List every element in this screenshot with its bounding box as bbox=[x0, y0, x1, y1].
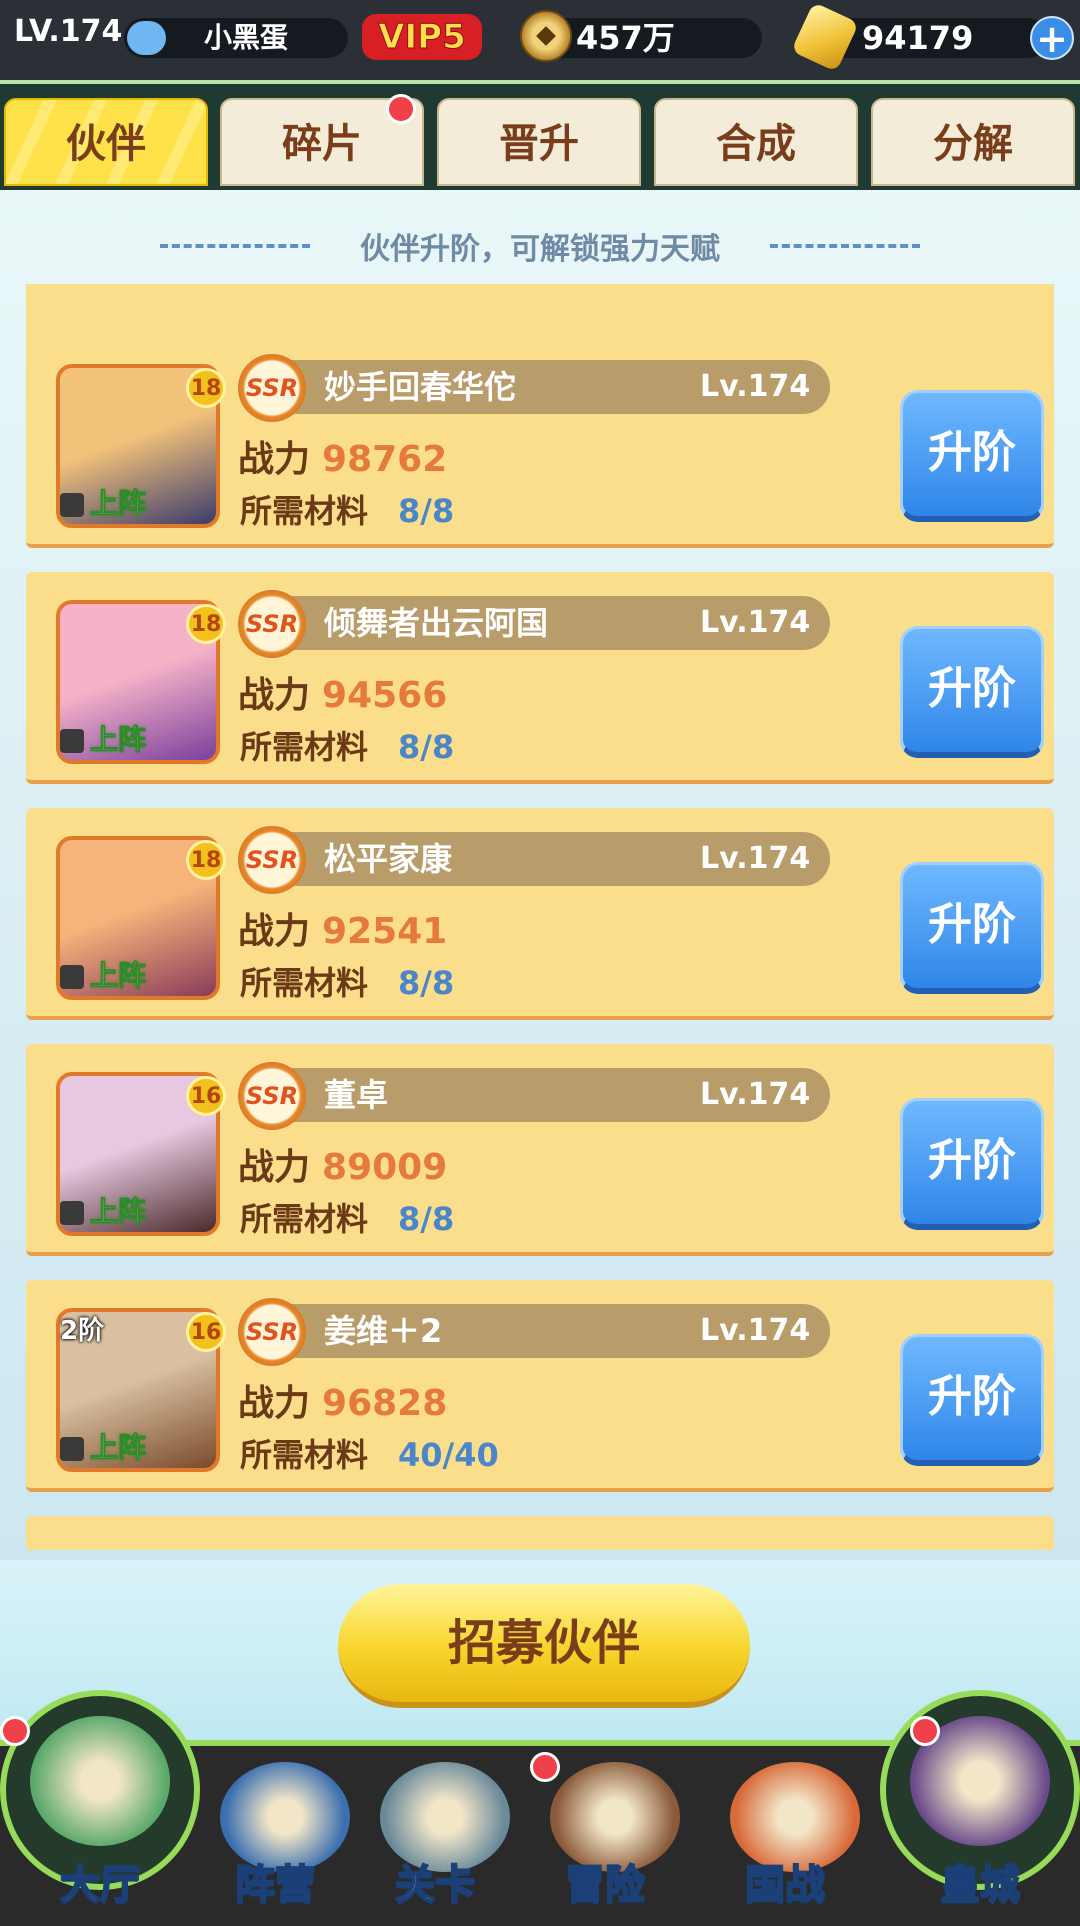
notification-dot bbox=[910, 1716, 940, 1746]
upgrade-rank-button[interactable]: 升阶 bbox=[900, 626, 1044, 758]
ssr-rarity-icon: SSR bbox=[238, 1298, 306, 1366]
player-name[interactable]: 小黑蛋 bbox=[124, 18, 348, 58]
tab-synthesize[interactable]: 合成 bbox=[654, 98, 858, 186]
power-label: 战力 bbox=[238, 439, 311, 480]
nav-label: 国战 bbox=[744, 1861, 826, 1909]
player-level: LV.174 bbox=[14, 14, 123, 49]
deployed-tag: 上阵 bbox=[60, 482, 146, 522]
power-row: 战力 89009 bbox=[238, 1138, 447, 1190]
divider-right bbox=[770, 244, 920, 248]
deployed-tag: 上阵 bbox=[60, 1426, 146, 1466]
list-item bbox=[26, 1516, 1054, 1550]
deployed-tag: 上阵 bbox=[60, 954, 146, 994]
material-value: 8/8 bbox=[398, 492, 455, 530]
add-gold-button[interactable]: + bbox=[1030, 16, 1074, 60]
notification-dot bbox=[386, 94, 416, 124]
power-label: 战力 bbox=[238, 911, 311, 952]
partner-name: 松平家康 bbox=[324, 840, 453, 878]
upgrade-rank-button[interactable]: 升阶 bbox=[900, 862, 1044, 994]
partner-name: 倾舞者出云阿国 bbox=[324, 604, 549, 642]
partner-card[interactable]: 18 上阵 SSR 松平家康 Lv.174 战力 92541 所需材料 8/8 升阶 bbox=[26, 808, 1054, 1020]
upgrade-rank-button[interactable]: 升阶 bbox=[900, 1334, 1044, 1466]
partner-list[interactable]: 18 上阵 SSR 妙手回春华佗 Lv.174 战力 98762 所需材料 8/8 … bbox=[20, 284, 1060, 1550]
partner-card[interactable]: 18 上阵 SSR 妙手回春华佗 Lv.174 战力 98762 所需材料 8/8 … bbox=[26, 336, 1054, 548]
partner-level: Lv.174 bbox=[700, 1313, 811, 1348]
partner-level: Lv.174 bbox=[700, 369, 811, 404]
star-level-badge: 16 bbox=[186, 1312, 226, 1352]
material-label: 所需材料 bbox=[240, 492, 369, 530]
tab-promote[interactable]: 晋升 bbox=[437, 98, 641, 186]
upgrade-rank-button[interactable]: 升阶 bbox=[900, 1098, 1044, 1230]
deployed-tag: 上阵 bbox=[60, 1190, 146, 1230]
material-row: 所需材料 8/8 bbox=[240, 722, 454, 768]
power-row: 战力 98762 bbox=[238, 430, 447, 482]
star-level-badge: 18 bbox=[186, 368, 226, 408]
ssr-rarity-icon: SSR bbox=[238, 1062, 306, 1130]
coin-icon bbox=[520, 10, 572, 62]
coin-amount: 457万 bbox=[576, 19, 675, 57]
power-row: 战力 92541 bbox=[238, 902, 447, 954]
partner-name: 姜维＋2 bbox=[324, 1312, 443, 1350]
tab-partners[interactable]: 伙伴 bbox=[4, 98, 208, 186]
recruit-button[interactable]: 招募伙伴 bbox=[338, 1584, 750, 1708]
star-level-badge: 16 bbox=[186, 1076, 226, 1116]
partner-name: 董卓 bbox=[324, 1076, 389, 1114]
nav-label: 冒险 bbox=[564, 1861, 646, 1909]
nav-label: 关卡 bbox=[394, 1861, 476, 1909]
partner-card[interactable]: 18 上阵 SSR 倾舞者出云阿国 Lv.174 战力 94566 所需材料 8/8… bbox=[26, 572, 1054, 784]
power-label: 战力 bbox=[238, 1383, 311, 1424]
material-row: 所需材料 8/8 bbox=[240, 958, 454, 1004]
nav-label: 大厅 bbox=[59, 1861, 141, 1909]
power-value: 98762 bbox=[322, 439, 448, 480]
upgrade-rank-button[interactable]: 升阶 bbox=[900, 390, 1044, 522]
partner-card[interactable]: 16 上阵 SSR 董卓 Lv.174 战力 89009 所需材料 8/8 升阶 bbox=[26, 1044, 1054, 1256]
material-label: 所需材料 bbox=[240, 1436, 369, 1474]
power-row: 战力 96828 bbox=[238, 1374, 447, 1426]
power-value: 94566 bbox=[322, 675, 448, 716]
material-row: 所需材料 8/8 bbox=[240, 486, 454, 532]
power-value: 96828 bbox=[322, 1383, 448, 1424]
castle-icon bbox=[30, 1716, 170, 1846]
material-value: 8/8 bbox=[398, 728, 455, 766]
nav-label: 皇城 bbox=[939, 1861, 1021, 1909]
power-value: 89009 bbox=[322, 1147, 448, 1188]
material-label: 所需材料 bbox=[240, 1200, 369, 1238]
partner-name: 妙手回春华佗 bbox=[324, 368, 517, 406]
ssr-rarity-icon: SSR bbox=[238, 590, 306, 658]
power-row: 战力 94566 bbox=[238, 666, 447, 718]
deployed-tag: 上阵 bbox=[60, 718, 146, 758]
notification-dot bbox=[530, 1752, 560, 1782]
material-value: 8/8 bbox=[398, 1200, 455, 1238]
material-row: 所需材料 8/8 bbox=[240, 1194, 454, 1240]
notification-dot bbox=[0, 1716, 30, 1746]
partner-level: Lv.174 bbox=[700, 841, 811, 876]
partner-level: Lv.174 bbox=[700, 605, 811, 640]
partner-level: Lv.174 bbox=[700, 1077, 811, 1112]
material-value: 8/8 bbox=[398, 964, 455, 1002]
power-label: 战力 bbox=[238, 1147, 311, 1188]
star-level-badge: 18 bbox=[186, 840, 226, 880]
material-value: 40/40 bbox=[398, 1436, 499, 1474]
power-value: 92541 bbox=[322, 911, 448, 952]
partner-card[interactable]: 2阶 16 上阵 SSR 姜维＋2 Lv.174 战力 96828 所需材料 40/… bbox=[26, 1280, 1054, 1492]
star-level-badge: 18 bbox=[186, 604, 226, 644]
ssr-rarity-icon: SSR bbox=[238, 826, 306, 894]
tab-decompose[interactable]: 分解 bbox=[871, 98, 1075, 186]
vip-badge[interactable]: VIP5 bbox=[362, 14, 482, 60]
material-label: 所需材料 bbox=[240, 964, 369, 1002]
gold-amount: 94179 bbox=[862, 19, 974, 57]
nav-label: 阵营 bbox=[234, 1861, 316, 1909]
material-row: 所需材料 40/40 bbox=[240, 1430, 499, 1476]
power-label: 战力 bbox=[238, 675, 311, 716]
rank-badge: 2阶 bbox=[60, 1316, 105, 1346]
ssr-rarity-icon: SSR bbox=[238, 354, 306, 422]
material-label: 所需材料 bbox=[240, 728, 369, 766]
